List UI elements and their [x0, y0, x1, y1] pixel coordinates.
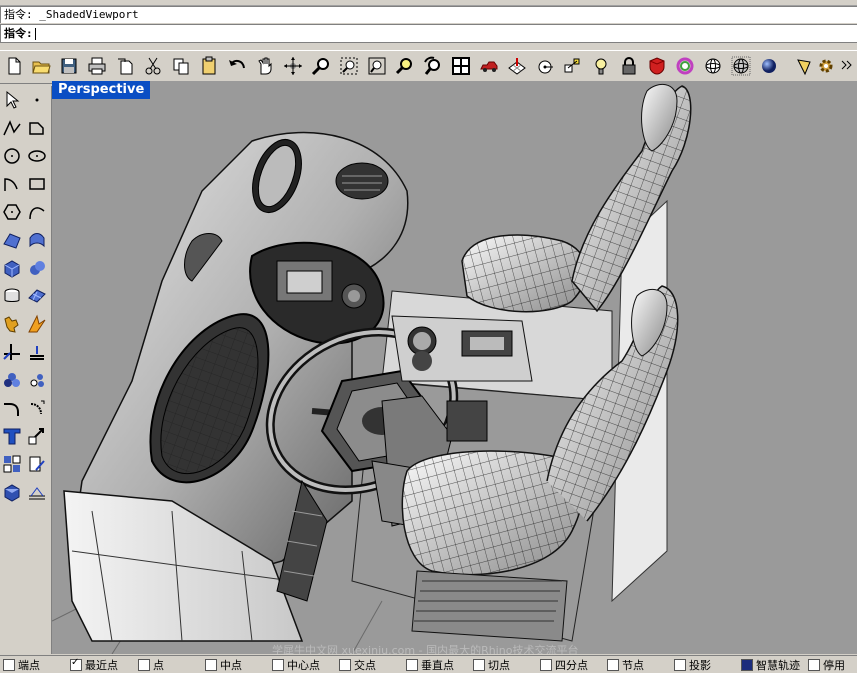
- light-bulb-icon[interactable]: [589, 54, 613, 78]
- snap-endpoint[interactable]: 端点: [3, 658, 40, 672]
- group-icon[interactable]: [0, 368, 24, 392]
- polyline-icon[interactable]: [0, 116, 24, 140]
- text-caret: [34, 28, 36, 40]
- snap-disable[interactable]: 停用: [808, 658, 845, 672]
- surface-patch-icon[interactable]: [0, 228, 24, 252]
- boolean-icon[interactable]: [25, 312, 49, 336]
- command-line[interactable]: 指令:: [0, 24, 857, 43]
- dimension-icon[interactable]: [25, 480, 49, 504]
- four-viewports-icon[interactable]: [449, 54, 473, 78]
- open-folder-icon[interactable]: [29, 54, 53, 78]
- checkbox[interactable]: [808, 658, 820, 671]
- zoom-icon[interactable]: [309, 54, 333, 78]
- more-icon[interactable]: [836, 54, 856, 78]
- ellipse-icon[interactable]: [25, 144, 49, 168]
- rotate-view-icon[interactable]: [281, 54, 305, 78]
- circle-icon[interactable]: [0, 144, 24, 168]
- checkbox-checked[interactable]: [70, 657, 82, 671]
- zoom-window-icon[interactable]: [337, 54, 361, 78]
- snap-knot[interactable]: 节点: [607, 658, 644, 672]
- rectangle-tool-icon[interactable]: [25, 172, 49, 196]
- checkbox[interactable]: [674, 658, 686, 671]
- ghosted-sphere-icon[interactable]: [729, 54, 753, 78]
- save-icon[interactable]: [57, 54, 81, 78]
- new-file-icon[interactable]: [2, 54, 26, 78]
- spheres-icon[interactable]: [25, 368, 49, 392]
- pan-hand-icon[interactable]: [253, 54, 277, 78]
- shade-icon[interactable]: [645, 54, 669, 78]
- layer-icon[interactable]: [0, 452, 24, 476]
- text-icon[interactable]: [0, 424, 24, 448]
- snap-center[interactable]: 中心点: [272, 658, 320, 672]
- command-prompt: 指令:: [4, 27, 33, 40]
- polygon-icon[interactable]: [0, 200, 24, 224]
- undo-icon[interactable]: [225, 54, 249, 78]
- viewport-title[interactable]: Perspective: [52, 81, 151, 99]
- snap-perpendicular[interactable]: 垂直点: [406, 658, 454, 672]
- checkbox-filled[interactable]: [741, 658, 753, 671]
- snap-point[interactable]: 点: [138, 658, 164, 672]
- checkbox[interactable]: [205, 658, 217, 671]
- checkbox[interactable]: [540, 658, 552, 671]
- command-history-text: 指令: _ShadedViewport: [4, 8, 139, 21]
- select-arrow-icon[interactable]: [0, 88, 24, 112]
- rendered-sphere-icon[interactable]: [757, 54, 781, 78]
- zoom-extents-icon[interactable]: [365, 54, 389, 78]
- snap-project[interactable]: 投影: [674, 658, 711, 672]
- sphere-solid-icon[interactable]: [25, 256, 49, 280]
- main-toolbar-left: [0, 86, 52, 654]
- checkbox[interactable]: [339, 658, 351, 671]
- undo-view-icon[interactable]: [421, 54, 445, 78]
- import-icon[interactable]: [113, 54, 137, 78]
- snap-tangent[interactable]: 切点: [473, 658, 510, 672]
- snap-intersection[interactable]: 交点: [339, 658, 376, 672]
- render-color-icon[interactable]: [673, 54, 697, 78]
- trim-icon[interactable]: [0, 340, 24, 364]
- snap-midpoint[interactable]: 中点: [205, 658, 242, 672]
- surface-grid-icon[interactable]: [25, 284, 49, 308]
- osnap-icon[interactable]: [561, 54, 585, 78]
- render-icon[interactable]: [792, 54, 816, 78]
- scale-icon[interactable]: [25, 396, 49, 420]
- array-icon[interactable]: [25, 424, 49, 448]
- properties-icon[interactable]: [25, 452, 49, 476]
- snap-quadrant[interactable]: 四分点: [540, 658, 588, 672]
- print-icon[interactable]: [85, 54, 109, 78]
- gear-icon[interactable]: [814, 54, 838, 78]
- arc-icon[interactable]: [0, 172, 24, 196]
- snap-near[interactable]: 最近点: [70, 657, 118, 672]
- fillet-icon[interactable]: [0, 396, 24, 420]
- snap-smarttrack[interactable]: 智慧轨迹: [741, 658, 800, 672]
- command-history: 指令: _ShadedViewport: [0, 6, 857, 23]
- checkbox[interactable]: [3, 658, 15, 671]
- copy-icon[interactable]: [169, 54, 193, 78]
- extrude-icon[interactable]: [0, 284, 24, 308]
- lock-icon[interactable]: [617, 54, 641, 78]
- perspective-viewport[interactable]: Perspective 学犀牛中文网 xuexiniu.com - 国内最大的R…: [52, 81, 857, 654]
- curve-icon[interactable]: [25, 200, 49, 224]
- grid-plane-icon[interactable]: [505, 54, 529, 78]
- car-interior-model: [52, 83, 692, 654]
- solid-box-icon[interactable]: [0, 480, 24, 504]
- cplane-icon[interactable]: [533, 54, 557, 78]
- wireframe-sphere-icon[interactable]: [701, 54, 725, 78]
- checkbox[interactable]: [406, 658, 418, 671]
- checkbox[interactable]: [272, 658, 284, 671]
- watermark-text: 学犀牛中文网 xuexiniu.com - 国内最大的Rhino技术交流平台: [272, 644, 579, 654]
- paste-icon[interactable]: [197, 54, 221, 78]
- checkbox[interactable]: [138, 658, 150, 671]
- point-icon[interactable]: [25, 88, 49, 112]
- standard-toolbar: [0, 50, 857, 84]
- osnap-bar: 端点 最近点 点 中点 中心点 交点 垂直点 切点 四分点 节点 投影 智慧轨迹…: [0, 655, 857, 672]
- cut-icon[interactable]: [141, 54, 165, 78]
- zoom-selected-icon[interactable]: [393, 54, 417, 78]
- transform-icon[interactable]: [0, 312, 24, 336]
- surface-edge-icon[interactable]: [25, 228, 49, 252]
- car-icon[interactable]: [477, 54, 501, 78]
- checkbox[interactable]: [607, 658, 619, 671]
- checkbox[interactable]: [473, 658, 485, 671]
- split-icon[interactable]: [25, 340, 49, 364]
- box-solid-icon[interactable]: [0, 256, 24, 280]
- rectangle-icon[interactable]: [25, 116, 49, 140]
